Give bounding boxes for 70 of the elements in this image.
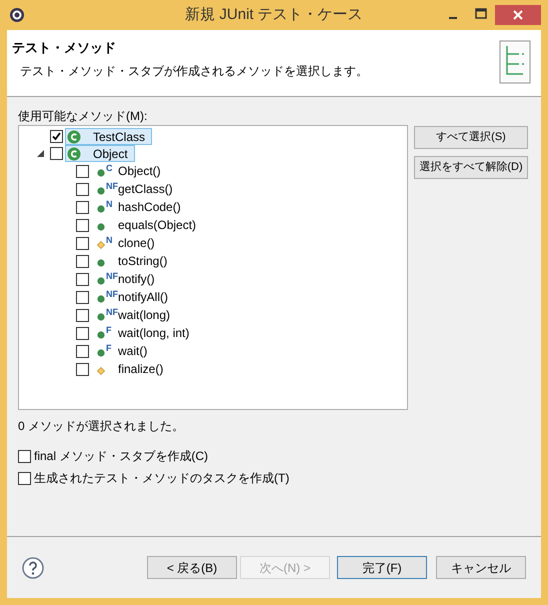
checkbox[interactable]: [76, 218, 89, 232]
method-item[interactable]: getClass(): [118, 180, 173, 198]
modifier-label: N: [106, 236, 112, 245]
window-title: 新規 JUnit テスト・ケース: [184, 4, 364, 25]
class-icon: [67, 146, 81, 160]
public-method-icon: [97, 223, 105, 231]
checkbox[interactable]: [76, 200, 89, 214]
checkbox[interactable]: [76, 236, 89, 250]
checkbox[interactable]: [76, 290, 89, 304]
public-method-icon: [97, 277, 105, 285]
checkbox[interactable]: [50, 130, 63, 143]
modifier-label: NF: [106, 290, 118, 299]
side-button[interactable]: 選択をすべて解除(D): [414, 156, 528, 179]
method-item[interactable]: wait(long): [118, 306, 170, 324]
option-label[interactable]: final メソッド・スタブを作成(C): [34, 447, 208, 465]
app-gear-icon: [9, 7, 25, 23]
method-item[interactable]: toString(): [118, 252, 168, 270]
help-icon[interactable]: [22, 556, 44, 578]
checkbox[interactable]: [76, 254, 89, 268]
public-method-icon: [97, 187, 105, 195]
modifier-label: NF: [106, 182, 118, 191]
modifier-label: NF: [106, 308, 118, 317]
list-document-icon: [499, 40, 531, 84]
public-method-icon: [97, 331, 105, 339]
checkbox[interactable]: [76, 182, 89, 196]
protected-method-icon: [97, 367, 105, 375]
close-button[interactable]: [495, 5, 541, 25]
public-method-icon: [97, 349, 105, 357]
checkbox[interactable]: [76, 308, 89, 322]
public-method-icon: [97, 169, 105, 177]
methods-label: 使用可能なメソッド(M):: [18, 108, 148, 125]
method-item[interactable]: wait(long, int): [118, 324, 190, 342]
page-description: テスト・メソッド・スタブが作成されるメソッドを選択します。: [20, 62, 369, 80]
method-item[interactable]: notify(): [118, 270, 155, 288]
method-item[interactable]: clone(): [118, 234, 155, 252]
checkbox[interactable]: [76, 344, 89, 358]
checkbox[interactable]: [76, 362, 89, 376]
option-label[interactable]: 生成されたテスト・メソッドのタスクを作成(T): [34, 469, 290, 487]
modifier-label: C: [106, 164, 112, 173]
checkbox[interactable]: [18, 450, 31, 462]
method-item[interactable]: wait(): [118, 342, 148, 360]
method-item[interactable]: finalize(): [118, 360, 164, 378]
page-title: テスト・メソッド: [12, 39, 117, 57]
method-item[interactable]: equals(Object): [118, 216, 196, 234]
checkbox[interactable]: [76, 272, 89, 286]
tree-item[interactable]: TestClass: [65, 128, 152, 145]
public-method-icon: [97, 295, 105, 303]
dialog-button[interactable]: 完了(F): [337, 556, 427, 579]
checkbox[interactable]: [76, 164, 89, 178]
class-icon: [67, 130, 81, 144]
tree-item[interactable]: Object: [65, 145, 135, 162]
public-method-icon: [97, 205, 105, 213]
public-method-icon: [97, 313, 105, 321]
method-item[interactable]: notifyAll(): [118, 288, 168, 306]
public-method-icon: [97, 259, 105, 267]
modifier-label: N: [106, 200, 112, 209]
dialog-button[interactable]: キャンセル: [436, 556, 526, 579]
dialog-button[interactable]: < 戻る(B): [147, 556, 237, 579]
selection-status: 0 メソッドが選択されました。: [18, 418, 186, 435]
checkbox[interactable]: [50, 147, 63, 160]
modifier-label: NF: [106, 272, 118, 281]
modifier-label: F: [106, 326, 112, 335]
protected-method-icon: [97, 241, 105, 249]
method-item[interactable]: hashCode(): [118, 198, 181, 216]
side-button[interactable]: すべて選択(S): [414, 126, 528, 149]
checkbox[interactable]: [76, 326, 89, 340]
method-item[interactable]: Object(): [118, 162, 161, 180]
checkbox[interactable]: [18, 472, 31, 484]
modifier-label: F: [106, 344, 112, 353]
expanded-arrow-icon[interactable]: [37, 150, 44, 157]
